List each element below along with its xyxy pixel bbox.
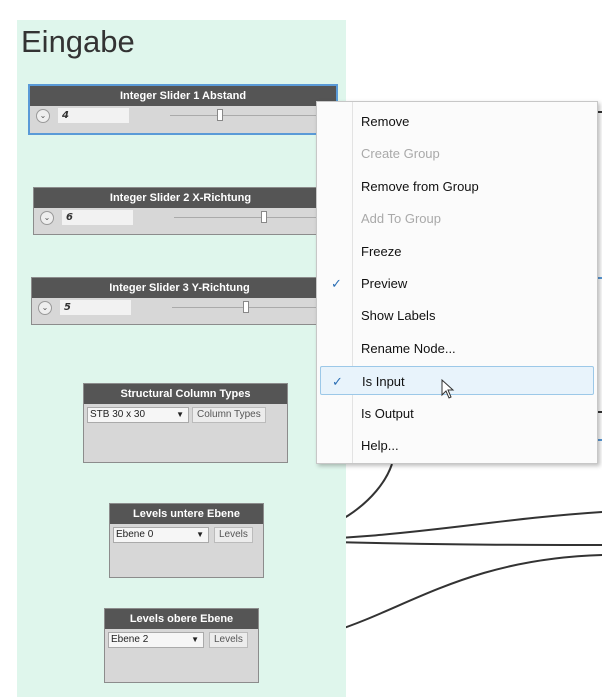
levels-lower-node[interactable]: Levels untere Ebene Ebene 0 ▼ Levels (109, 503, 264, 578)
menu-item-preview[interactable]: ✓ Preview (317, 269, 597, 298)
menu-item-label: Is Input (362, 374, 405, 389)
menu-item-label: Add To Group (361, 211, 441, 226)
output-port[interactable]: Levels (214, 527, 253, 543)
menu-item-remove[interactable]: Remove (317, 107, 597, 136)
dropdown-arrow-icon: ▼ (196, 530, 204, 539)
levels-upper-node[interactable]: Levels obere Ebene Ebene 2 ▼ Levels (104, 608, 259, 683)
menu-item-label: Remove (361, 114, 410, 129)
dropdown-value: STB 30 x 30 (90, 409, 146, 420)
slider-track[interactable] (174, 217, 324, 218)
checkmark-icon: ✓ (332, 374, 343, 389)
node-title: Structural Column Types (84, 384, 287, 404)
node-context-menu: Remove Create Group Remove from Group Ad… (316, 101, 598, 464)
slider-thumb[interactable] (242, 301, 249, 313)
level-dropdown[interactable]: Ebene 2 ▼ (108, 632, 204, 648)
slider-value[interactable]: 4 (58, 108, 129, 123)
output-port[interactable]: Levels (209, 632, 248, 648)
level-dropdown[interactable]: Ebene 0 ▼ (113, 527, 209, 543)
expand-chevron-icon[interactable]: ⌄ (38, 301, 52, 315)
node-title: Integer Slider 2 X-Richtung (34, 188, 327, 208)
output-port[interactable]: Column Types (192, 407, 266, 423)
menu-item-rename-node[interactable]: Rename Node... (317, 334, 597, 363)
column-type-dropdown[interactable]: STB 30 x 30 ▼ (87, 407, 189, 423)
menu-item-freeze[interactable]: Freeze (317, 237, 597, 266)
menu-item-label: Is Output (361, 406, 414, 421)
slider-value[interactable]: 6 (62, 210, 133, 225)
menu-item-label: Help... (361, 438, 399, 453)
menu-item-remove-from-group[interactable]: Remove from Group (317, 172, 597, 201)
node-title: Levels untere Ebene (110, 504, 263, 524)
expand-chevron-icon[interactable]: ⌄ (40, 211, 54, 225)
expand-chevron-icon[interactable]: ⌄ (36, 109, 50, 123)
node-title: Levels obere Ebene (105, 609, 258, 629)
menu-item-help[interactable]: Help... (317, 431, 597, 460)
slider-thumb[interactable] (261, 211, 267, 223)
slider-thumb[interactable] (216, 109, 223, 121)
menu-item-show-labels[interactable]: Show Labels (317, 301, 597, 330)
menu-item-add-to-group[interactable]: Add To Group (317, 204, 597, 233)
group-title: Eingabe (21, 24, 135, 59)
slider-track[interactable] (170, 115, 330, 116)
integer-slider-node-2[interactable]: Integer Slider 2 X-Richtung ⌄ 6 (33, 187, 328, 235)
menu-item-is-input[interactable]: ✓ Is Input (320, 366, 594, 395)
dropdown-arrow-icon: ▼ (191, 635, 199, 644)
menu-item-label: Rename Node... (361, 341, 456, 356)
dropdown-value: Ebene 0 (116, 529, 154, 540)
node-title: Integer Slider 3 Y-Richtung (32, 278, 327, 298)
menu-item-label: Freeze (361, 244, 402, 259)
slider-value[interactable]: 5 (60, 300, 131, 315)
menu-item-label: Create Group (361, 146, 440, 161)
menu-item-is-output[interactable]: Is Output (317, 399, 597, 428)
menu-item-label: Preview (361, 276, 408, 291)
graph-canvas[interactable]: Eingabe Integer Slider 1 Abstand ⌄ 4 Int… (0, 0, 602, 697)
menu-item-create-group[interactable]: Create Group (317, 139, 597, 168)
mouse-pointer-icon (441, 379, 455, 399)
menu-item-label: Remove from Group (361, 179, 479, 194)
integer-slider-node-1[interactable]: Integer Slider 1 Abstand ⌄ 4 (28, 84, 338, 135)
node-title: Integer Slider 1 Abstand (30, 86, 336, 106)
dropdown-value: Ebene 2 (111, 634, 149, 645)
dropdown-arrow-icon: ▼ (176, 410, 184, 419)
integer-slider-node-3[interactable]: Integer Slider 3 Y-Richtung ⌄ 5 (31, 277, 328, 325)
structural-column-types-node[interactable]: Structural Column Types STB 30 x 30 ▼ Co… (83, 383, 288, 463)
menu-item-label: Show Labels (361, 308, 436, 323)
checkmark-icon: ✓ (331, 276, 342, 291)
